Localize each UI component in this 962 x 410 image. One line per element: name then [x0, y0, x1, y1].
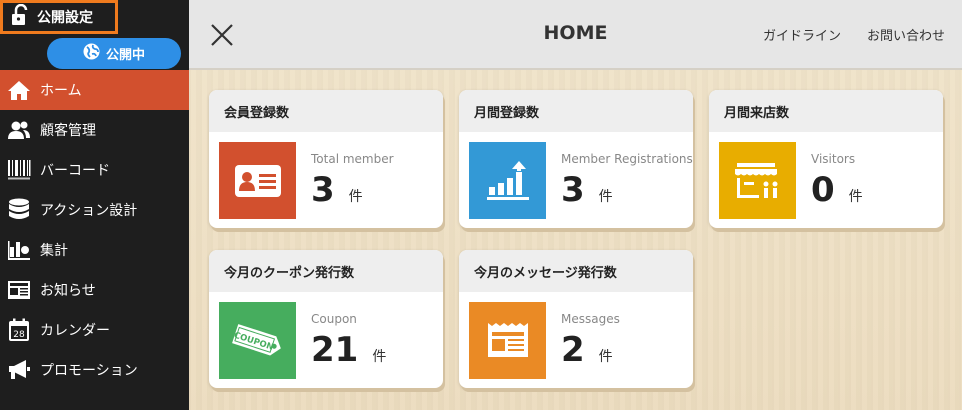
sidebar-item-stats[interactable]: 集計: [0, 230, 189, 270]
card-title: 月間来店数: [709, 90, 943, 132]
card-monthly-coupons[interactable]: 今月のクーポン発行数 COUPON Coupon 21 件: [209, 250, 443, 388]
card-unit: 件: [348, 189, 363, 205]
sidebar-item-label: プロモーション: [40, 363, 138, 379]
card-value-group: 2 件: [561, 330, 613, 370]
sidebar-item-promotion[interactable]: プロモーション: [0, 350, 189, 390]
sidebar-item-label: カレンダー: [40, 323, 110, 339]
card-count: 3: [311, 170, 335, 210]
sidebar-item-label: 顧客管理: [40, 123, 96, 139]
sidebar-item-label: ホーム: [40, 83, 82, 99]
barcode-icon: [6, 157, 32, 183]
newspaper-icon: [6, 277, 32, 303]
card-label: Total member: [311, 152, 394, 166]
card-title: 今月のメッセージ発行数: [459, 250, 693, 292]
sidebar-item-news[interactable]: お知らせ: [0, 270, 189, 310]
card-label: Member Registrations: [561, 152, 693, 166]
card-unit: 件: [372, 349, 387, 365]
card-total-members[interactable]: 会員登録数 Total member 3 件: [209, 90, 443, 228]
sidebar-item-label: お知らせ: [40, 283, 96, 299]
sidebar-item-label: バーコード: [40, 163, 110, 179]
svg-text:28: 28: [13, 330, 25, 340]
card-value-group: 3 件: [311, 170, 363, 210]
close-icon[interactable]: [209, 22, 235, 48]
card-value-group: 0 件: [811, 170, 863, 210]
home-icon: [6, 77, 32, 103]
card-label: Coupon: [311, 312, 357, 326]
megaphone-icon: [6, 357, 32, 383]
sidebar-item-customers[interactable]: 顧客管理: [0, 110, 189, 150]
card-label: Visitors: [811, 152, 856, 166]
calendar-icon: 28: [6, 317, 32, 343]
card-count: 0: [811, 170, 835, 210]
store-icon: [719, 142, 796, 219]
card-monthly-messages[interactable]: 今月のメッセージ発行数 Messages 2 件: [459, 250, 693, 388]
guideline-link[interactable]: ガイドライン: [763, 25, 841, 44]
card-value-group: 21 件: [311, 330, 386, 370]
card-unit: 件: [848, 189, 863, 205]
users-icon: [6, 117, 32, 143]
publish-setting-label: 公開設定: [37, 10, 93, 26]
card-unit: 件: [598, 189, 613, 205]
publish-status-badge[interactable]: 公開中: [47, 38, 181, 69]
card-count: 3: [561, 170, 585, 210]
stats-icon: [6, 237, 32, 263]
card-count: 2: [561, 330, 585, 370]
sidebar: 公開設定 公開中 ホーム 顧客管理 バーコード アクション設計 集計 お知らせ …: [0, 0, 189, 410]
sidebar-item-home[interactable]: ホーム: [0, 70, 189, 110]
dashboard-content: 会員登録数 Total member 3 件 月間登録数 Member Regi…: [189, 70, 962, 410]
sidebar-item-barcode[interactable]: バーコード: [0, 150, 189, 190]
card-label: Messages: [561, 312, 620, 326]
sidebar-item-calendar[interactable]: 28 カレンダー: [0, 310, 189, 350]
publish-status-label: 公開中: [105, 48, 145, 63]
card-title: 会員登録数: [209, 90, 443, 132]
card-value-group: 3 件: [561, 170, 613, 210]
top-header: HOME ガイドライン お問い合わせ: [189, 0, 962, 70]
id-card-icon: [219, 142, 296, 219]
globe-icon: [83, 43, 100, 64]
publish-setting-button[interactable]: 公開設定: [0, 0, 118, 34]
unlock-icon: [11, 3, 31, 30]
card-unit: 件: [598, 349, 613, 365]
sidebar-item-action-design[interactable]: アクション設計: [0, 190, 189, 230]
card-title: 月間登録数: [459, 90, 693, 132]
database-icon: [6, 197, 32, 223]
page-title: HOME: [543, 22, 608, 44]
growth-chart-icon: [469, 142, 546, 219]
card-monthly-registrations[interactable]: 月間登録数 Member Registrations 3 件: [459, 90, 693, 228]
contact-link[interactable]: お問い合わせ: [867, 25, 945, 44]
sidebar-menu: ホーム 顧客管理 バーコード アクション設計 集計 お知らせ 28 カレンダー …: [0, 70, 189, 390]
coupon-icon: COUPON: [219, 302, 296, 379]
newspaper-icon: [469, 302, 546, 379]
card-title: 今月のクーポン発行数: [209, 250, 443, 292]
card-count: 21: [311, 330, 359, 370]
sidebar-item-label: 集計: [40, 243, 68, 259]
card-monthly-visitors[interactable]: 月間来店数 Visitors 0 件: [709, 90, 943, 228]
sidebar-item-label: アクション設計: [40, 203, 138, 219]
